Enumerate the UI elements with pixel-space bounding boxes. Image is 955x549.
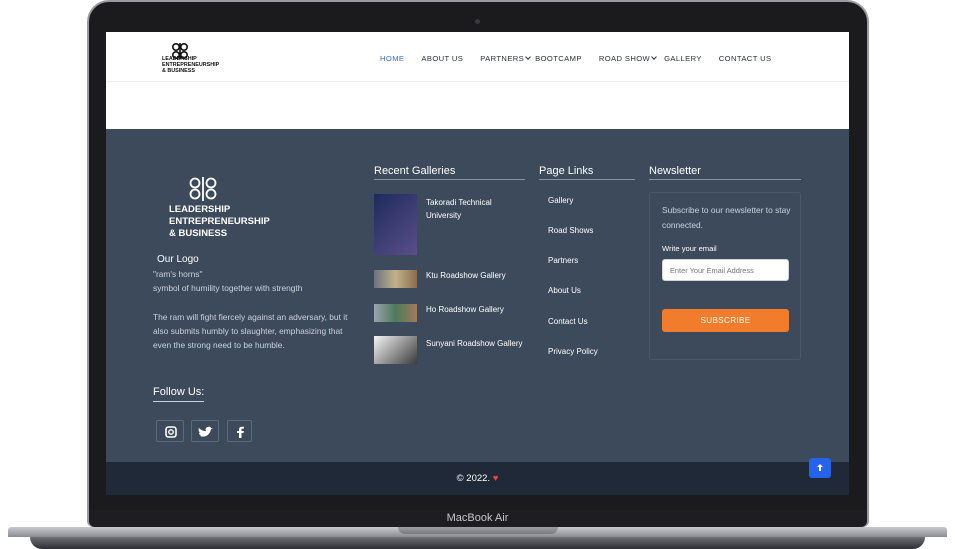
nav-roadshow[interactable]: ROAD SHOW (598, 54, 657, 63)
nav-label: GALLERY (664, 54, 702, 63)
footer-logo-line: & BUSINESS (169, 228, 228, 239)
subscribe-button[interactable]: SUBSCRIBE (662, 309, 789, 332)
base-notch (398, 527, 558, 534)
gallery-link[interactable]: Takoradi Technical University (426, 196, 526, 222)
footer-logo-line: LEADERSHIP (169, 204, 231, 215)
page-link-privacy[interactable]: Privacy Policy (548, 347, 598, 356)
heart-icon: ♥ (492, 473, 499, 484)
facebook-icon (237, 426, 244, 438)
instagram-button[interactable] (156, 420, 184, 442)
copyright-text: © 2022. (456, 473, 491, 484)
gallery-thumb-image[interactable] (374, 304, 417, 322)
newsletter-heading: Newsletter (649, 165, 801, 180)
page-link-road-shows[interactable]: Road Shows (548, 226, 593, 235)
email-field[interactable] (662, 259, 789, 281)
nav-label: ABOUT US (421, 54, 464, 63)
ram-horns-logo-icon (189, 177, 217, 201)
device-label: MacBook Air (446, 512, 509, 524)
twitter-button[interactable] (191, 420, 219, 442)
page-link-contact[interactable]: Contact Us (548, 317, 588, 326)
nav-logo-line: & BUSINESS (162, 68, 195, 74)
chevron-down-icon (651, 54, 657, 60)
facebook-button[interactable] (227, 420, 252, 442)
gallery-link[interactable]: Sunyani Roadshow Gallery (426, 337, 526, 350)
nav-partners[interactable]: PARTNERS (480, 54, 531, 63)
footer-logo-line: ENTREPRENEURSHIP (169, 216, 270, 227)
newsletter-text: Subscribe to our newsletter to stay conn… (662, 205, 791, 230)
camera (475, 19, 480, 24)
nav-label: HOME (380, 54, 405, 63)
gallery-link[interactable]: Ho Roadshow Gallery (426, 303, 526, 316)
gallery-thumb-image[interactable] (374, 194, 417, 255)
gallery-thumb-image[interactable] (374, 270, 417, 288)
nav-home[interactable]: HOME (380, 54, 404, 63)
copyright: © 2022. ♥ (106, 473, 849, 484)
back-to-top-button[interactable] (809, 458, 831, 478)
arrow-up-icon (817, 464, 823, 471)
nav-bootcamp[interactable]: BOOTCAMP (535, 54, 582, 63)
newsletter-box: Subscribe to our newsletter to stay conn… (649, 192, 801, 360)
base-bottom (30, 537, 925, 549)
page-link-about[interactable]: About Us (548, 286, 581, 295)
logo-desc-symbol: symbol of humility together with strengt… (153, 283, 303, 293)
nav-label: ROAD SHOW (598, 54, 651, 63)
nav-label: CONTACT US (718, 54, 772, 63)
nav-logo-text: LEADERSHIP ENTREPRENEURSHIP & BUSINESS (162, 56, 219, 74)
gallery-thumb-image[interactable] (374, 336, 417, 364)
email-label: Write your email (662, 244, 717, 253)
screen: LEADERSHIP ENTREPRENEURSHIP & BUSINESS H… (106, 32, 849, 495)
our-logo-heading: Our Logo (157, 254, 199, 265)
follow-us-heading: Follow Us: (153, 386, 205, 402)
logo-desc-quote: "ram's horns" (153, 269, 203, 279)
nav-contact[interactable]: CONTACT US (719, 54, 772, 63)
twitter-icon (198, 426, 213, 437)
page-link-gallery[interactable]: Gallery (548, 196, 573, 205)
page-link-partners[interactable]: Partners (548, 256, 578, 265)
footer: LEADERSHIP ENTREPRENEURSHIP & BUSINESS O… (106, 129, 849, 462)
nav-about[interactable]: ABOUT US (421, 54, 463, 63)
nav-label: PARTNERS (480, 54, 525, 63)
logo-desc-paragraph: The ram will fight fiercely against an a… (153, 312, 348, 350)
navbar: LEADERSHIP ENTREPRENEURSHIP & BUSINESS H… (106, 32, 849, 82)
footer-bottom-bar: © 2022. ♥ (106, 458, 849, 495)
footer-logo-text: LEADERSHIP ENTREPRENEURSHIP & BUSINESS (169, 204, 309, 240)
page-links-heading: Page Links (539, 165, 635, 180)
chevron-down-icon (525, 54, 531, 60)
laptop-base (0, 527, 955, 549)
nav-gallery[interactable]: GALLERY (664, 54, 702, 63)
recent-galleries-heading: Recent Galleries (374, 165, 525, 180)
nav-label: BOOTCAMP (535, 54, 582, 63)
nav-menu: HOME ABOUT US PARTNERS BOOTCAMP ROAD SHO… (380, 54, 788, 63)
gallery-link[interactable]: Ktu Roadshow Gallery (426, 269, 526, 282)
instagram-icon (165, 426, 177, 438)
